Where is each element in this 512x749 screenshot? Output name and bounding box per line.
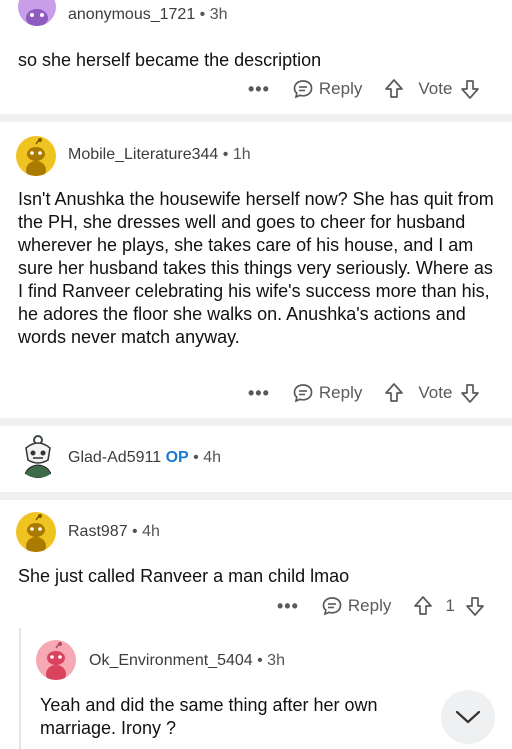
more-options-button[interactable]: ••• bbox=[248, 79, 270, 100]
reply-icon bbox=[293, 384, 313, 403]
scroll-down-button[interactable] bbox=[441, 690, 495, 744]
avatar[interactable] bbox=[16, 434, 60, 478]
comment-separator bbox=[0, 114, 512, 122]
comment-username-line: anonymous_1721 • 3h bbox=[68, 6, 228, 24]
comment-actions: ••• Reply Vote bbox=[248, 379, 480, 407]
snoo-avatar-icon bbox=[26, 9, 48, 26]
username[interactable]: Glad-Ad5911 bbox=[68, 449, 161, 466]
comment-separator bbox=[0, 492, 512, 500]
avatar[interactable] bbox=[16, 136, 56, 176]
downvote-arrow-icon bbox=[465, 597, 484, 616]
avatar[interactable] bbox=[16, 512, 56, 552]
meta-dot: • bbox=[222, 146, 229, 163]
comment-username-line: Glad-Ad5911 OP • 4h bbox=[68, 449, 221, 467]
reply-button[interactable]: Reply bbox=[292, 382, 362, 404]
comment-username-line: Mobile_Literature344 • 1h bbox=[68, 146, 251, 164]
upvote-arrow-icon bbox=[414, 596, 433, 615]
meta-dot: • bbox=[257, 652, 263, 669]
reply-label: Reply bbox=[318, 383, 363, 402]
more-options-button[interactable]: ••• bbox=[248, 383, 270, 404]
meta-dot: • bbox=[132, 523, 138, 540]
snoo-avatar-icon bbox=[46, 642, 66, 680]
comment-actions: ••• Reply Vote bbox=[248, 75, 480, 103]
op-badge: OP bbox=[165, 449, 189, 466]
avatar[interactable] bbox=[18, 0, 56, 26]
upvote-button[interactable] bbox=[384, 78, 404, 100]
upvote-arrow-icon bbox=[385, 383, 404, 402]
timestamp: 3h bbox=[267, 652, 285, 669]
downvote-button[interactable] bbox=[460, 78, 480, 100]
avatar[interactable] bbox=[36, 640, 76, 680]
downvote-arrow-icon bbox=[461, 384, 480, 403]
more-options-button[interactable]: ••• bbox=[277, 596, 299, 617]
reply-icon bbox=[322, 597, 342, 616]
upvote-button[interactable] bbox=[384, 382, 404, 404]
comment-body: She just called Ranveer a man child lmao bbox=[18, 566, 350, 586]
vote-label: Vote bbox=[418, 383, 453, 402]
timestamp: 3h bbox=[209, 6, 228, 23]
timestamp: 4h bbox=[203, 449, 221, 466]
vote-count: 1 bbox=[445, 596, 455, 615]
comment-body: Yeah and did the same thing after her ow… bbox=[40, 695, 378, 738]
snoo-avatar-icon bbox=[26, 514, 46, 552]
username[interactable]: anonymous_1721 bbox=[68, 6, 195, 23]
snoo-avatar-icon bbox=[26, 138, 46, 176]
comment-username-line: Rast987 • 4h bbox=[68, 523, 160, 541]
timestamp: 1h bbox=[232, 146, 251, 163]
upvote-arrow-icon bbox=[385, 79, 404, 98]
comment-separator bbox=[0, 418, 512, 426]
custom-snoo-avatar-icon bbox=[23, 435, 53, 478]
reply-button[interactable]: Reply bbox=[321, 595, 391, 617]
comment-actions: ••• Reply 1 bbox=[277, 592, 485, 620]
meta-dot: • bbox=[199, 6, 206, 23]
thread-line[interactable] bbox=[19, 628, 21, 749]
comment-body: so she herself became the description bbox=[18, 50, 322, 70]
chevron-down-icon bbox=[455, 710, 481, 724]
meta-dot: • bbox=[193, 449, 199, 466]
reply-button[interactable]: Reply bbox=[292, 78, 362, 100]
reply-label: Reply bbox=[318, 79, 363, 98]
reply-label: Reply bbox=[347, 596, 392, 615]
vote-label: Vote bbox=[418, 79, 453, 98]
upvote-button[interactable] bbox=[413, 595, 433, 617]
reply-icon bbox=[293, 80, 313, 99]
comment-body: Isn't Anushka the housewife herself now?… bbox=[18, 189, 494, 347]
timestamp: 4h bbox=[142, 523, 160, 540]
username[interactable]: Rast987 bbox=[68, 523, 128, 540]
username[interactable]: Mobile_Literature344 bbox=[68, 146, 218, 163]
downvote-button[interactable] bbox=[460, 382, 480, 404]
downvote-arrow-icon bbox=[461, 80, 480, 99]
username[interactable]: Ok_Environment_5404 bbox=[89, 652, 253, 669]
downvote-button[interactable] bbox=[465, 595, 485, 617]
comment-username-line: Ok_Environment_5404 • 3h bbox=[89, 652, 285, 670]
